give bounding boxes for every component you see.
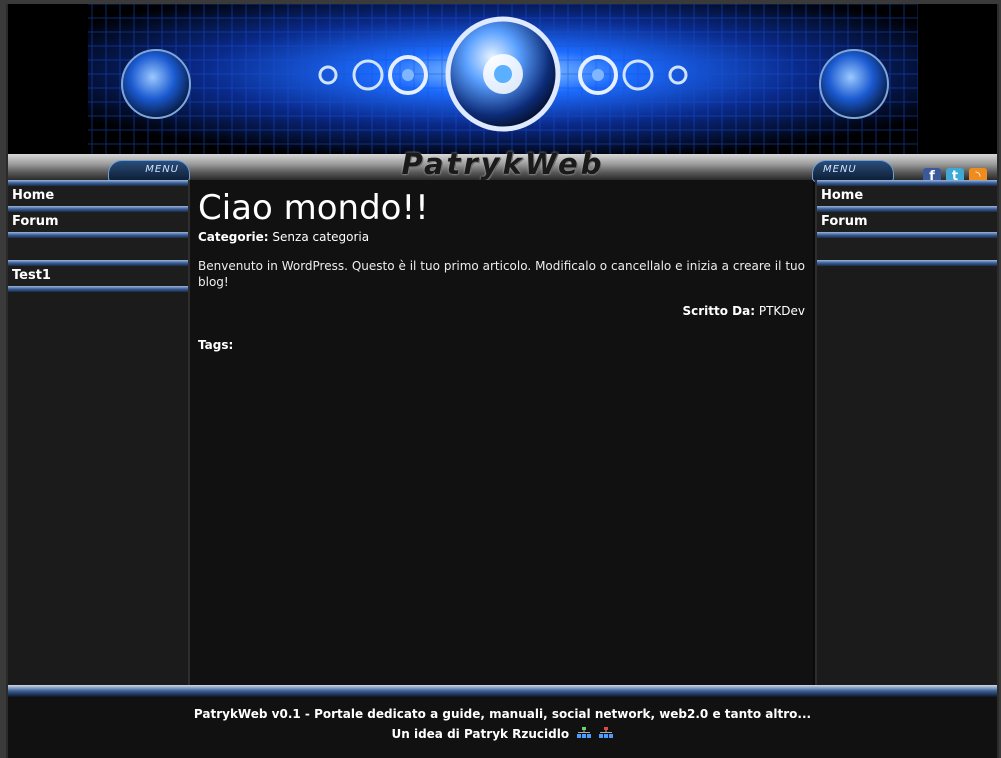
menu-tab-right: MENU bbox=[812, 160, 894, 182]
footer-credit-text: Un idea di Patryk Rzucidlo bbox=[391, 727, 570, 741]
post-body: Benvenuto in WordPress. Questo è il tuo … bbox=[198, 259, 805, 289]
sidebar-item-home[interactable]: Home bbox=[817, 186, 997, 206]
footer-tagline: PatrykWeb v0.1 - Portale dedicato a guid… bbox=[193, 707, 812, 721]
main-content: Ciao mondo!! Categorie: Senza categoria … bbox=[190, 180, 813, 685]
footer-band bbox=[8, 685, 997, 697]
sidebar-item-home[interactable]: Home bbox=[8, 186, 188, 206]
post-author: Scritto Da: PTKDev bbox=[198, 304, 805, 318]
author-name: PTKDev bbox=[758, 304, 805, 318]
site-logo[interactable]: PatrykWeb bbox=[338, 147, 668, 181]
category-link[interactable]: Senza categoria bbox=[272, 230, 369, 244]
footer: PatrykWeb v0.1 - Portale dedicato a guid… bbox=[8, 697, 997, 758]
menu-tab-left: MENU bbox=[108, 160, 190, 182]
page-frame: PatrykWeb MENU MENU f t ◝ Home Forum Test1… bbox=[6, 4, 999, 758]
header-banner bbox=[8, 4, 997, 154]
sidebar-item-forum[interactable]: Forum bbox=[8, 212, 188, 232]
banner-graphic bbox=[8, 4, 997, 154]
divider bbox=[817, 260, 997, 266]
sidebar-item-empty bbox=[817, 238, 997, 260]
sidebar-item-empty bbox=[8, 238, 188, 260]
author-label: Scritto Da: bbox=[682, 304, 755, 318]
post-tags: Tags: bbox=[198, 338, 234, 352]
right-sidebar: Home Forum bbox=[815, 180, 997, 685]
sidebar-item-test1[interactable]: Test1 bbox=[8, 266, 188, 286]
network-icon[interactable] bbox=[577, 727, 592, 739]
post-categories: Categorie: Senza categoria bbox=[198, 230, 805, 244]
divider bbox=[8, 286, 188, 292]
sidebar-item-forum[interactable]: Forum bbox=[817, 212, 997, 232]
post-title[interactable]: Ciao mondo!! bbox=[198, 188, 805, 228]
category-label: Categorie: bbox=[198, 230, 269, 244]
network-icon[interactable] bbox=[599, 727, 614, 739]
footer-credit: Un idea di Patryk Rzucidlo bbox=[8, 727, 997, 741]
left-sidebar: Home Forum Test1 bbox=[8, 180, 190, 685]
